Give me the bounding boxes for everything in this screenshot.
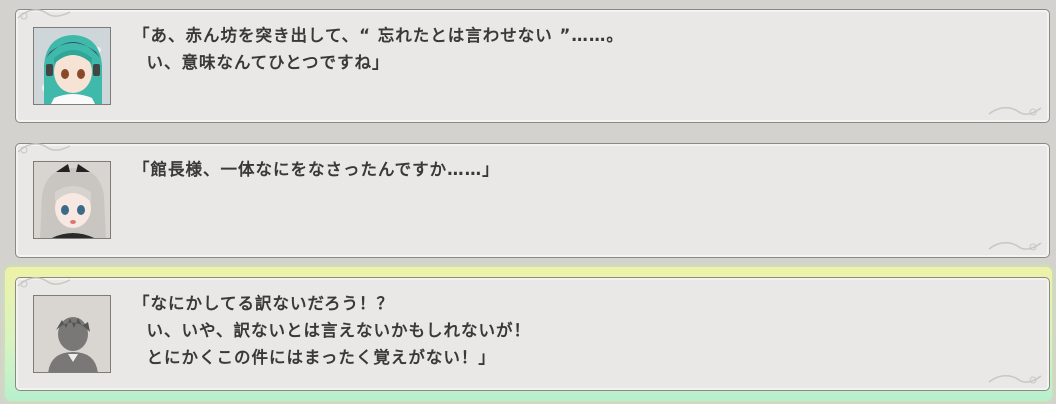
dialogue-text: 「あ、赤ん坊を突き出して、“ 忘れたとは言わせない ”……。 い、意味なんてひと… [133,22,1009,76]
dialogue-line: 「なにかしてる訳ないだろう！？ [133,294,395,313]
log-entry-3[interactable]: 「なにかしてる訳ないだろう！？ い、いや、訳ないとは言えないかもしれないが！ と… [15,277,1050,391]
ornament-flourish-icon [17,143,71,154]
dialogue-line: とにかくこの件にはまったく覚えがない！」 [133,348,496,367]
speaker-portrait [33,161,111,239]
speaker-portrait [33,295,111,373]
dialogue-line: い、意味なんてひとつですね」 [133,53,390,72]
ornament-flourish-icon [17,9,71,20]
log-entry-2[interactable]: 「館長様、一体なにをなさったんですか……」 [15,143,1050,258]
dialogue-line: 「あ、赤ん坊を突き出して、“ 忘れたとは言わせない ”……。 [133,26,624,45]
dialogue-line: 「館長様、一体なにをなさったんですか……」 [133,160,500,179]
ornament-flourish-icon [17,277,71,288]
ornament-flourish-icon [988,107,1042,116]
dialogue-text: 「なにかしてる訳ないだろう！？ い、いや、訳ないとは言えないかもしれないが！ と… [133,290,1009,371]
ornament-flourish-icon [988,242,1042,251]
protagonist-silhouette-icon [34,296,110,372]
log-entry-1[interactable]: 「あ、赤ん坊を突き出して、“ 忘れたとは言わせない ”……。 い、意味なんてひと… [15,9,1050,123]
speaker-portrait [33,27,111,105]
ornament-flourish-icon [988,375,1042,384]
teal-hair-girl-portrait-icon [34,28,110,104]
dialogue-line: い、いや、訳ないとは言えないかもしれないが！ [133,321,531,340]
silver-hair-girl-portrait-icon [34,162,110,238]
dialogue-text: 「館長様、一体なにをなさったんですか……」 [133,156,1009,183]
